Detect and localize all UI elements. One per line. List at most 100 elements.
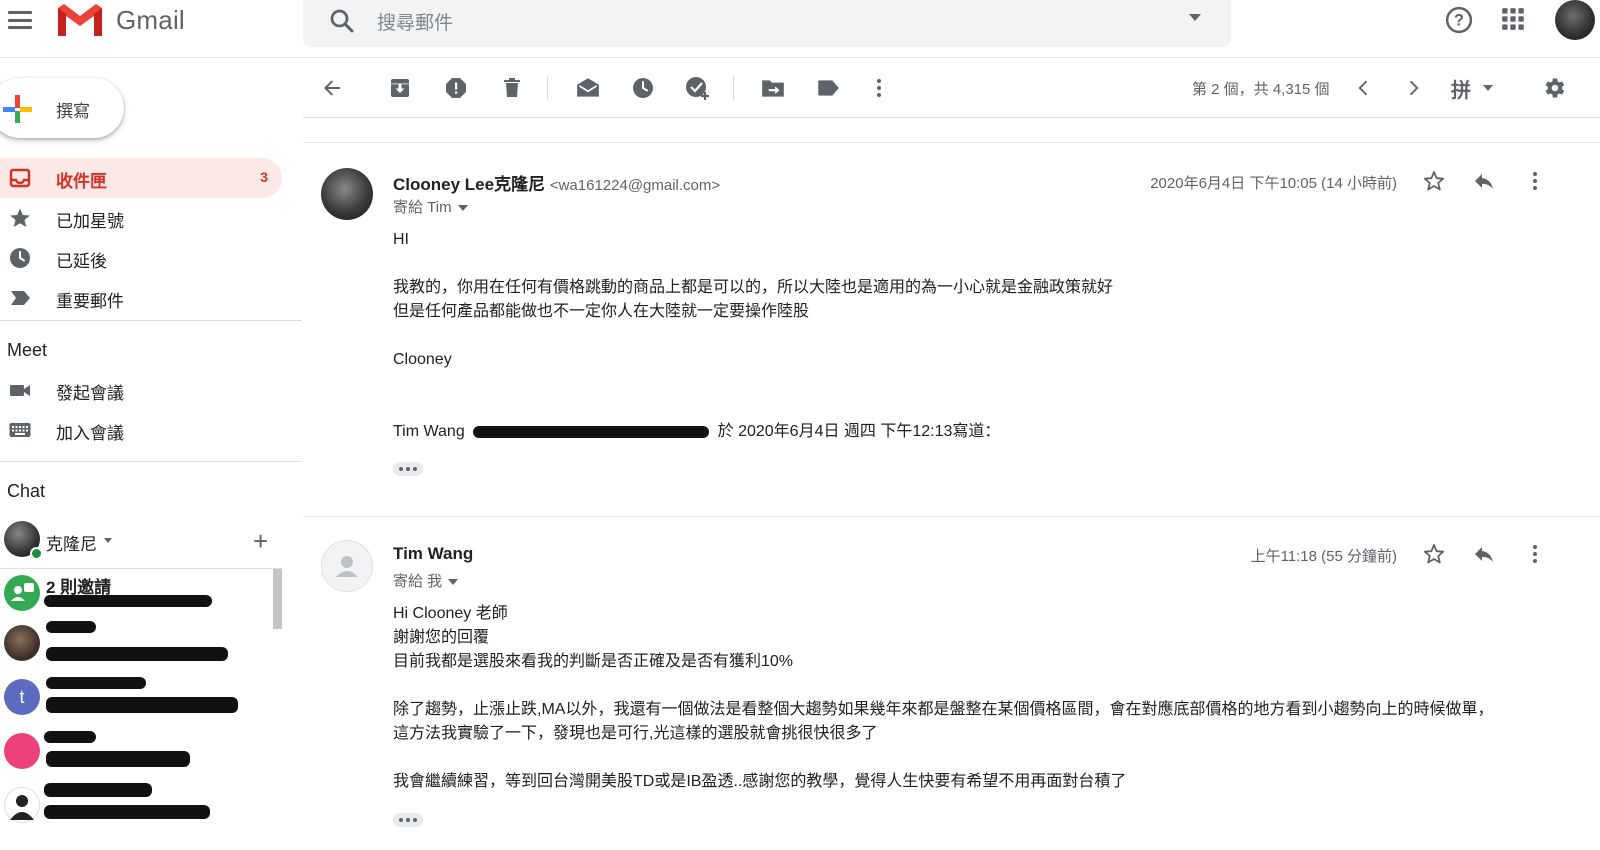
meet-item-label: 發起會議 [56, 384, 124, 403]
avatar: t [4, 679, 40, 715]
message-toolbar: 第 2 個，共 4,315 個 拼 [303, 58, 1600, 118]
input-tools-dropdown-icon[interactable] [1483, 85, 1493, 91]
star-outline-icon [1423, 171, 1445, 191]
chat-invitations-item[interactable]: 2 則邀請 [0, 569, 270, 625]
newer-button[interactable] [1351, 75, 1377, 101]
body-line: 除了趨勢，止漲止跌,MA以外，我還有一個做法是看整個大趨勢如果幾年來都是盤整在某… [393, 701, 1494, 718]
search-options-icon[interactable] [1189, 14, 1201, 21]
new-chat-plus-icon[interactable]: + [253, 526, 268, 557]
recipient-details[interactable]: 寄給 我 [393, 570, 459, 591]
reply-icon [1475, 174, 1493, 189]
inbox-icon [9, 168, 31, 188]
sidebar-item-snoozed[interactable]: 已延後 [0, 238, 282, 278]
sidebar-item-important[interactable]: 重要郵件 [0, 278, 282, 318]
apps-grid-icon[interactable] [1500, 6, 1526, 32]
person-silhouette-icon [10, 795, 34, 820]
report-spam-button[interactable] [443, 75, 469, 101]
meet-start-meeting[interactable]: 發起會議 [0, 370, 282, 410]
report-spam-icon [446, 78, 466, 98]
recipient-label: 寄給 Tim [393, 199, 452, 216]
svg-text:?: ? [1454, 12, 1464, 30]
reply-button[interactable] [1471, 168, 1497, 194]
search-input[interactable]: 搜尋郵件 [377, 8, 453, 35]
body-line: 但是任何產品都能做也不一定你人在大陸就一定要操作陸股 [393, 303, 810, 320]
message-date: 2020年6月4日 下午10:05 (14 小時前) [1150, 175, 1397, 192]
sidebar-item-label: 已加星號 [56, 212, 124, 231]
redacted-text [46, 621, 96, 633]
delete-button[interactable] [499, 75, 525, 101]
show-trimmed-content-button[interactable] [393, 462, 423, 476]
sender-name[interactable]: Tim Wang [393, 544, 473, 564]
input-tools-button[interactable]: 拼 [1451, 74, 1471, 103]
sidebar-divider [0, 320, 302, 321]
account-avatar[interactable] [1555, 0, 1595, 40]
redacted-text [46, 751, 190, 767]
invite-avatar-icon [4, 575, 40, 611]
sender-name[interactable]: Clooney Lee克隆尼 <wa161224@gmail.com> [393, 170, 720, 195]
more-button[interactable] [866, 75, 892, 101]
show-trimmed-content-button[interactable] [393, 813, 423, 827]
email-message: Clooney Lee克隆尼 <wa161224@gmail.com> 寄給 T… [303, 142, 1600, 516]
body-line: Hi Clooney 老師 [393, 605, 508, 622]
redacted-text [44, 731, 96, 743]
quote-date: 於 2020年6月4日 週四 下午12:13寫道： [717, 423, 1001, 440]
help-icon[interactable]: ? [1444, 5, 1474, 35]
top-bar: Gmail 搜尋郵件 ? [0, 0, 1600, 58]
mark-unread-button[interactable] [575, 75, 601, 101]
keyboard-icon [9, 423, 31, 437]
gmail-logo[interactable]: Gmail [56, 2, 185, 38]
sidebar-item-starred[interactable]: 已加星號 [0, 198, 282, 238]
body-line: HI [393, 231, 409, 248]
chat-contact-item[interactable] [0, 619, 270, 675]
compose-button[interactable]: 撰寫 [0, 78, 124, 138]
chat-contact-item[interactable] [0, 727, 270, 783]
sender-display-name: Tim Wang [393, 544, 474, 563]
unread-count-badge: 3 [260, 169, 268, 185]
sender-avatar[interactable] [321, 168, 373, 220]
more-vert-icon [1533, 545, 1537, 563]
more-vert-icon [877, 79, 881, 97]
older-chevron-icon [1358, 80, 1368, 96]
archive-button[interactable] [387, 75, 413, 101]
star-icon [10, 208, 30, 227]
search-icon[interactable] [327, 6, 357, 36]
toolbar-divider [733, 76, 734, 100]
main-menu-icon[interactable] [8, 8, 32, 32]
sidebar-item-inbox[interactable]: 收件匣 3 [0, 158, 282, 198]
compose-label: 撰寫 [56, 102, 90, 121]
chat-scrollbar[interactable] [273, 569, 282, 629]
body-line: 我會繼續練習，等到回台灣開美股TD或是IB盈透..感謝您的教學，覺得人生快要有希… [393, 773, 1127, 790]
chat-contact-item[interactable] [0, 781, 270, 837]
move-to-button[interactable] [760, 75, 786, 101]
recipient-details[interactable]: 寄給 Tim [393, 196, 468, 217]
details-dropdown-icon [448, 579, 459, 586]
label-button[interactable] [815, 75, 841, 101]
details-dropdown-icon [457, 205, 468, 212]
older-button[interactable] [1400, 75, 1426, 101]
search-bar[interactable]: 搜尋郵件 [303, 0, 1231, 47]
message-more-button[interactable] [1522, 168, 1548, 194]
status-dropdown-icon[interactable] [104, 538, 112, 543]
reply-button[interactable] [1471, 541, 1497, 567]
message-more-button[interactable] [1522, 541, 1548, 567]
default-person-icon [336, 556, 358, 577]
redacted-email [473, 425, 710, 438]
people-icon [11, 583, 34, 601]
chat-status-row[interactable]: 克隆尼 + [0, 519, 282, 561]
compose-plus-icon [3, 95, 32, 123]
snooze-button[interactable] [630, 75, 656, 101]
chat-contact-item[interactable]: t [0, 673, 270, 729]
settings-button[interactable] [1541, 75, 1567, 101]
mark-unread-icon [577, 78, 599, 97]
star-button[interactable] [1421, 541, 1447, 567]
star-button[interactable] [1421, 168, 1447, 194]
back-button[interactable] [319, 75, 345, 101]
redacted-text [46, 697, 238, 713]
redacted-text [44, 783, 152, 797]
sender-avatar[interactable] [321, 540, 373, 592]
add-to-tasks-button[interactable] [685, 75, 711, 101]
archive-icon [391, 79, 409, 97]
sidebar-divider [0, 461, 302, 462]
meet-join-meeting[interactable]: 加入會議 [0, 410, 282, 450]
redacted-text [44, 805, 210, 819]
